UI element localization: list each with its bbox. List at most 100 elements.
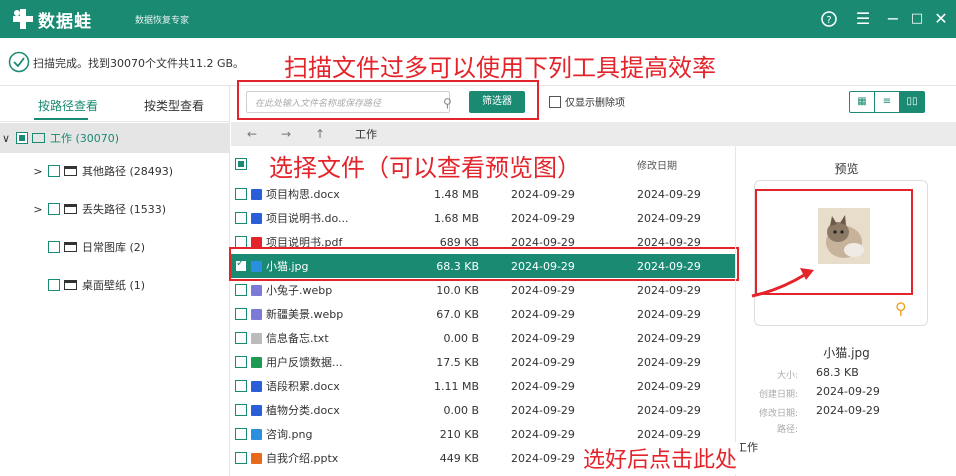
row-checkbox[interactable] [235, 404, 247, 416]
table-row[interactable]: 项目构思.docx 1.48 MB 2024-09-29 2024-09-29 [231, 182, 735, 206]
grid-view-icon[interactable]: ▦ [850, 92, 875, 112]
active-tab-indicator [34, 118, 88, 120]
list-view-icon[interactable]: ≡ [875, 92, 900, 112]
xlsx-file-icon [251, 356, 262, 368]
up-arrow-icon[interactable]: ↑ [315, 127, 333, 141]
table-row[interactable]: 植物分类.docx 0.00 B 2024-09-29 2024-09-29 [231, 398, 735, 422]
table-row[interactable]: 用户反馈数据... 17.5 KB 2024-09-29 2024-09-29 [231, 350, 735, 374]
preview-modified-label: 修改日期: [758, 409, 798, 419]
docx-file-icon [251, 404, 262, 416]
tree-item-checkbox[interactable] [48, 203, 60, 215]
tree-item-daily-gallery[interactable]: 日常图库 (2) [44, 235, 145, 259]
root-checkbox[interactable] [16, 132, 28, 144]
file-size: 0.00 B [443, 403, 479, 417]
scan-status-text: 扫描完成。找到30070个文件共11.2 GB。 [33, 57, 245, 70]
tree-item-label: 桌面壁纸 (1) [82, 279, 146, 292]
maximize-icon[interactable]: □ [906, 8, 928, 30]
drive-icon [32, 133, 45, 143]
header-modified[interactable]: 修改日期 [607, 157, 735, 172]
preview-created-label: 创建日期: [758, 390, 798, 400]
close-icon[interactable]: ✕ [930, 8, 952, 30]
row-checkbox[interactable] [235, 356, 247, 368]
table-row[interactable]: 语段积累.docx 1.11 MB 2024-09-29 2024-09-29 [231, 374, 735, 398]
app-subtitle: 数据恢复专家 [135, 16, 190, 26]
annotation-box-selected [229, 247, 739, 281]
file-name: 信息备忘.txt [266, 332, 329, 345]
sidebar: 按路径查看 按类型查看 ∨ 工作 (30070) > 其他路径 (28493) … [0, 86, 230, 476]
txt-file-icon [251, 332, 262, 344]
file-name: 项目说明书.do... [266, 212, 349, 225]
tab-by-path[interactable]: 按路径查看 [38, 97, 98, 114]
detail-view-icon[interactable]: ▯▯ [900, 92, 924, 112]
tree-item-checkbox[interactable] [48, 279, 60, 291]
tree-item-other-paths[interactable]: > 其他路径 (28493) [32, 159, 173, 183]
row-checkbox[interactable] [235, 308, 247, 320]
file-name-cell: 项目构思.docx [231, 186, 417, 202]
deleted-only-toggle[interactable]: 仅显示删除项 [549, 94, 625, 109]
row-checkbox[interactable] [235, 452, 247, 464]
annotation-box-tools [237, 80, 539, 120]
file-list: 名称 大小 创建日期 修改日期 选择文件（可以查看预览图） 项目构思.docx1… [229, 146, 739, 476]
tree-item-checkbox[interactable] [48, 165, 60, 177]
file-name-cell: 信息备忘.txt [231, 330, 417, 346]
file-created-date: 2024-09-29 [511, 379, 575, 393]
zoom-icon[interactable]: ⚲ [895, 299, 907, 318]
table-row[interactable]: 信息备忘.txt 0.00 B 2024-09-29 2024-09-29 [231, 326, 735, 350]
back-arrow-icon[interactable]: ← [247, 127, 265, 141]
file-modified-date: 2024-09-29 [637, 403, 701, 417]
row-checkbox[interactable] [235, 380, 247, 392]
table-row[interactable]: 新疆美景.webp 67.0 KB 2024-09-29 2024-09-29 [231, 302, 735, 326]
table-row[interactable]: 小兔子.webp 10.0 KB 2024-09-29 2024-09-29 [231, 278, 735, 302]
tree-root[interactable]: ∨ 工作 (30070) [0, 123, 229, 153]
file-toolbar: 在此处输入文件名称或保存路径 ⚲ 筛选器 仅显示删除项 ▦ ≡ ▯▯ [231, 80, 956, 122]
folder-icon [64, 166, 77, 176]
file-created-date: 2024-09-29 [511, 307, 575, 321]
tree-item-lost-paths[interactable]: > 丢失路径 (1533) [32, 197, 166, 221]
menu-icon[interactable]: ☰ [852, 8, 874, 30]
minimize-icon[interactable]: − [882, 8, 904, 30]
folder-icon [64, 242, 77, 252]
file-created-date: 2024-09-29 [511, 427, 575, 441]
row-checkbox[interactable] [235, 284, 247, 296]
annotation-top: 扫描文件过多可以使用下列工具提高效率 [284, 54, 716, 82]
file-created-date: 2024-09-29 [511, 211, 575, 225]
chevron-down-icon[interactable]: ∨ [0, 132, 12, 145]
path-nav-bar: ← → ↑ 工作 [231, 122, 956, 146]
help-icon[interactable]: ? [818, 8, 840, 30]
title-bar: 数据蛙 数据恢复专家 ? ☰ − □ ✕ [0, 0, 956, 38]
file-name-cell: 植物分类.docx [231, 402, 417, 418]
select-all-checkbox[interactable] [235, 158, 247, 170]
tree-item-checkbox[interactable] [48, 241, 60, 253]
file-name-cell: 新疆美景.webp [231, 306, 417, 322]
file-modified-date: 2024-09-29 [637, 427, 701, 441]
chevron-right-icon[interactable]: > [32, 165, 44, 178]
row-checkbox[interactable] [235, 212, 247, 224]
preview-path-label: 路径: [776, 425, 798, 435]
row-checkbox[interactable] [235, 188, 247, 200]
file-size: 1.48 MB [433, 187, 479, 201]
breadcrumb[interactable]: 工作 [355, 126, 377, 142]
file-modified-date: 2024-09-29 [637, 307, 701, 321]
tree-root-label: 工作 (30070) [50, 132, 120, 145]
preview-title: 预览 [834, 162, 859, 176]
preview-size-label: 大小: [776, 371, 798, 381]
file-name: 项目构思.docx [266, 188, 340, 201]
docx-file-icon [251, 380, 262, 392]
row-checkbox[interactable] [235, 332, 247, 344]
tree-item-wallpaper[interactable]: 桌面壁纸 (1) [44, 273, 145, 297]
chevron-right-icon[interactable]: > [32, 203, 44, 216]
preview-filename: 小猫.jpg [823, 346, 870, 360]
scan-status-bar: 扫描完成。找到30070个文件共11.2 GB。 扫描文件过多可以使用下列工具提… [0, 38, 956, 86]
cat-thumbnail-image [818, 208, 870, 264]
deleted-only-checkbox[interactable] [549, 95, 561, 108]
png-file-icon [251, 428, 262, 440]
file-modified-date: 2024-09-29 [637, 187, 701, 201]
table-row[interactable]: 项目说明书.do... 1.68 MB 2024-09-29 2024-09-29 [231, 206, 735, 230]
forward-arrow-icon[interactable]: → [281, 127, 299, 141]
tab-by-type[interactable]: 按类型查看 [144, 97, 204, 114]
preview-modified-value: 2024-09-29 [816, 404, 880, 417]
app-name: 数据蛙 [38, 12, 92, 32]
row-checkbox[interactable] [235, 428, 247, 440]
folder-icon [64, 204, 77, 214]
annotation-middle: 选择文件（可以查看预览图） [265, 148, 585, 183]
